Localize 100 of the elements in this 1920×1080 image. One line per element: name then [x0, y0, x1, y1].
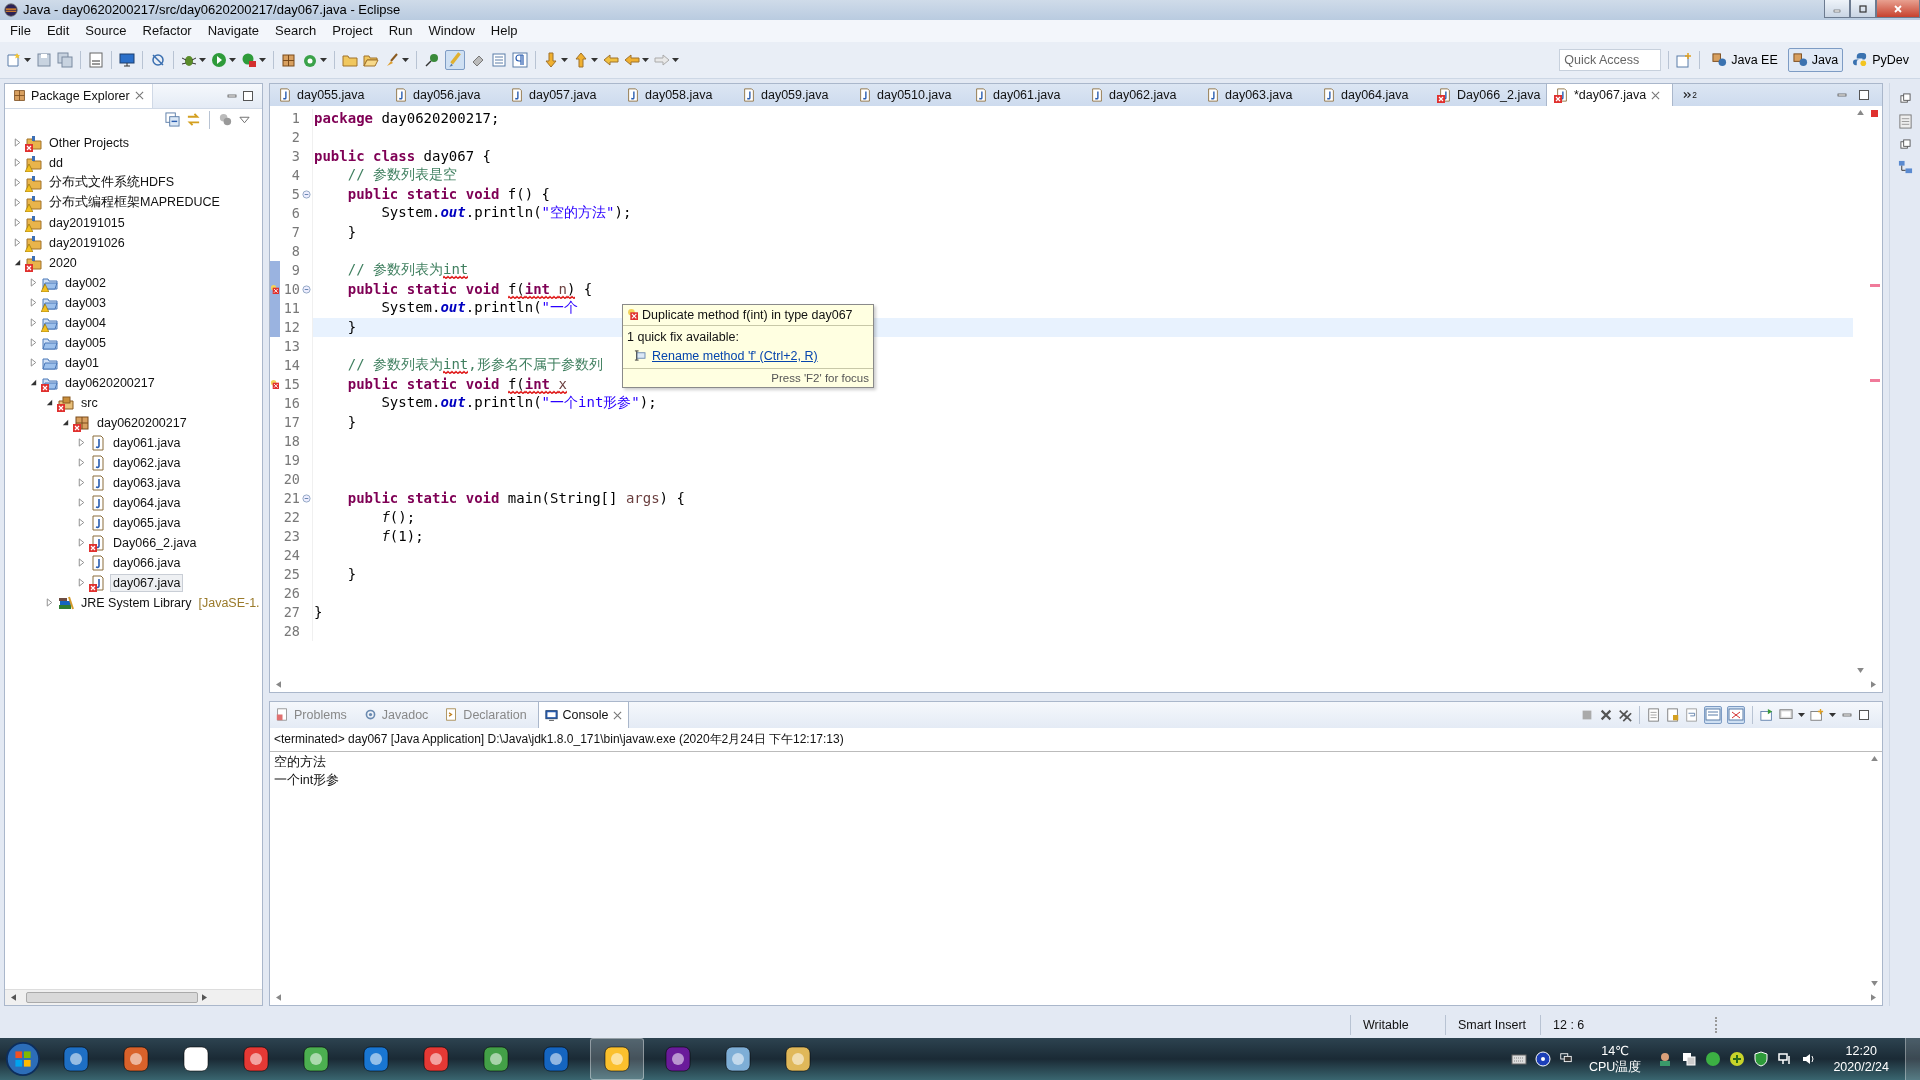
tray-app-icon[interactable]	[1729, 1051, 1746, 1067]
scroll-up-arrow-icon[interactable]	[1871, 755, 1878, 761]
collapse-fold-icon[interactable]	[301, 493, 311, 503]
binary-file-icon[interactable]	[88, 51, 104, 68]
perspective-button[interactable]: Java	[1787, 47, 1844, 72]
tree-item[interactable]: day064.java	[110, 493, 184, 512]
tree-item[interactable]: JRE System Library	[78, 593, 195, 612]
tree-item[interactable]: day061.java	[110, 433, 184, 452]
shield-icon[interactable]	[1753, 1051, 1770, 1067]
perspective-button[interactable]: PyDev	[1848, 47, 1914, 72]
tree-item[interactable]: dd	[46, 153, 66, 172]
filter-icon[interactable]	[218, 112, 233, 128]
editor-tab[interactable]: day0510.java	[850, 83, 966, 106]
keyboard-icon[interactable]	[1511, 1051, 1527, 1067]
hierarchy-view-icon[interactable]	[1897, 159, 1913, 175]
maximize-button[interactable]	[1850, 0, 1876, 18]
save-icon[interactable]	[36, 51, 52, 68]
tree-item[interactable]: day0620200217	[62, 373, 158, 392]
close-icon[interactable]	[613, 710, 623, 720]
editor-tab[interactable]: Day066_2.java	[1430, 83, 1546, 106]
perspective-button[interactable]: Java EE	[1707, 47, 1783, 72]
show-desktop-button[interactable]	[1905, 1038, 1920, 1080]
menu-item[interactable]: Navigate	[199, 21, 267, 41]
expand-arrow-icon[interactable]	[45, 398, 54, 408]
tree-item[interactable]: 分布式文件系统HDFS	[46, 172, 178, 194]
caret-icon[interactable]	[229, 57, 236, 62]
tree-item[interactable]: day002	[62, 273, 109, 292]
tree-item[interactable]: day062.java	[110, 453, 184, 472]
pilcrow-icon[interactable]	[512, 51, 528, 68]
menu-item[interactable]: Source	[77, 21, 135, 41]
tree-item[interactable]: day004	[62, 313, 109, 332]
editor-tab[interactable]: *day067.java	[1546, 83, 1674, 107]
menu-item[interactable]: Edit	[38, 21, 78, 41]
collapse-fold-icon[interactable]	[301, 284, 311, 294]
error-quickfix-icon[interactable]	[270, 284, 279, 294]
tree-item[interactable]: day067.java	[110, 573, 184, 592]
document-icon[interactable]	[1647, 707, 1661, 722]
expand-arrow-icon[interactable]	[13, 258, 22, 268]
remove-launch-icon[interactable]	[1599, 707, 1613, 722]
caret-icon[interactable]	[1798, 712, 1805, 717]
link-off-icon[interactable]	[150, 51, 166, 68]
error-summary-marker[interactable]	[1871, 109, 1878, 117]
caret-icon[interactable]	[672, 57, 679, 62]
caret-icon[interactable]	[320, 57, 327, 62]
scroll-right-arrow-icon[interactable]	[202, 994, 207, 1002]
pin-console-icon[interactable]	[1704, 705, 1722, 724]
help-icon[interactable]	[1535, 1051, 1551, 1067]
new-package-icon[interactable]	[281, 51, 297, 68]
save-all-icon[interactable]	[57, 51, 73, 68]
close-button[interactable]	[1876, 0, 1920, 18]
editor-tab[interactable]: day057.java	[502, 83, 618, 106]
run-icon[interactable]	[211, 51, 227, 68]
editor-tab[interactable]: day062.java	[1082, 83, 1198, 106]
editor-tab[interactable]: day059.java	[734, 83, 850, 106]
monitor-icon[interactable]	[119, 51, 135, 68]
restore-icon[interactable]	[1899, 138, 1911, 150]
maximize-icon[interactable]	[1858, 708, 1870, 721]
editor-tab[interactable]: day061.java	[966, 83, 1082, 106]
link-arrows-icon[interactable]	[186, 112, 201, 128]
collapse-fold-icon[interactable]	[301, 189, 311, 199]
editor-tab[interactable]: day055.java	[270, 83, 386, 106]
tree-item[interactable]: day063.java	[110, 473, 184, 492]
scroll-right-arrow-icon[interactable]	[1871, 994, 1876, 1002]
scroll-down-arrow-icon[interactable]	[1871, 981, 1878, 987]
menu-item[interactable]: Search	[267, 21, 325, 41]
close-icon[interactable]	[134, 91, 144, 101]
error-marker[interactable]	[1870, 283, 1880, 287]
caret-icon[interactable]	[402, 57, 409, 62]
menu-item[interactable]: Project	[324, 21, 381, 41]
pin-icon[interactable]	[424, 51, 440, 68]
caret-icon[interactable]	[561, 57, 568, 62]
quick-access-field[interactable]: Quick Access	[1559, 48, 1662, 71]
editor-tab[interactable]: day058.java	[618, 83, 734, 106]
tree-item[interactable]: day066.java	[110, 553, 184, 572]
more-tabs-button[interactable]: 2	[1681, 89, 1699, 100]
restore-icon[interactable]	[1899, 92, 1911, 104]
view-tab[interactable]: Console	[537, 701, 630, 729]
tree-item[interactable]: day005	[62, 333, 109, 352]
caret-icon[interactable]	[259, 57, 266, 62]
open-console-icon[interactable]	[1760, 707, 1774, 722]
tree-item[interactable]: src	[78, 393, 101, 412]
minimize-button[interactable]	[1824, 0, 1850, 18]
outline-view-icon[interactable]	[1897, 113, 1913, 129]
open-perspective-icon[interactable]	[1676, 51, 1693, 68]
tree-item[interactable]: 2020	[46, 253, 80, 272]
expand-arrow-icon[interactable]	[29, 378, 38, 388]
scroll-up-arrow-icon[interactable]	[1857, 109, 1864, 115]
menu-item[interactable]: File	[2, 21, 39, 41]
editor-tab[interactable]: day064.java	[1314, 83, 1430, 106]
caret-icon[interactable]	[199, 57, 206, 62]
caret-icon[interactable]	[591, 57, 598, 62]
scroll-lock-icon[interactable]	[1666, 707, 1680, 722]
error-quickfix-icon[interactable]	[270, 379, 279, 389]
caret-icon[interactable]	[1829, 712, 1836, 717]
caret-icon[interactable]	[642, 57, 649, 62]
document-icon[interactable]	[491, 51, 507, 68]
tree-item[interactable]: day20191026	[46, 233, 128, 252]
tree-item[interactable]: Day066_2.java	[110, 533, 200, 552]
start-button[interactable]	[4, 1040, 42, 1078]
show-console-icon[interactable]	[1727, 705, 1745, 724]
